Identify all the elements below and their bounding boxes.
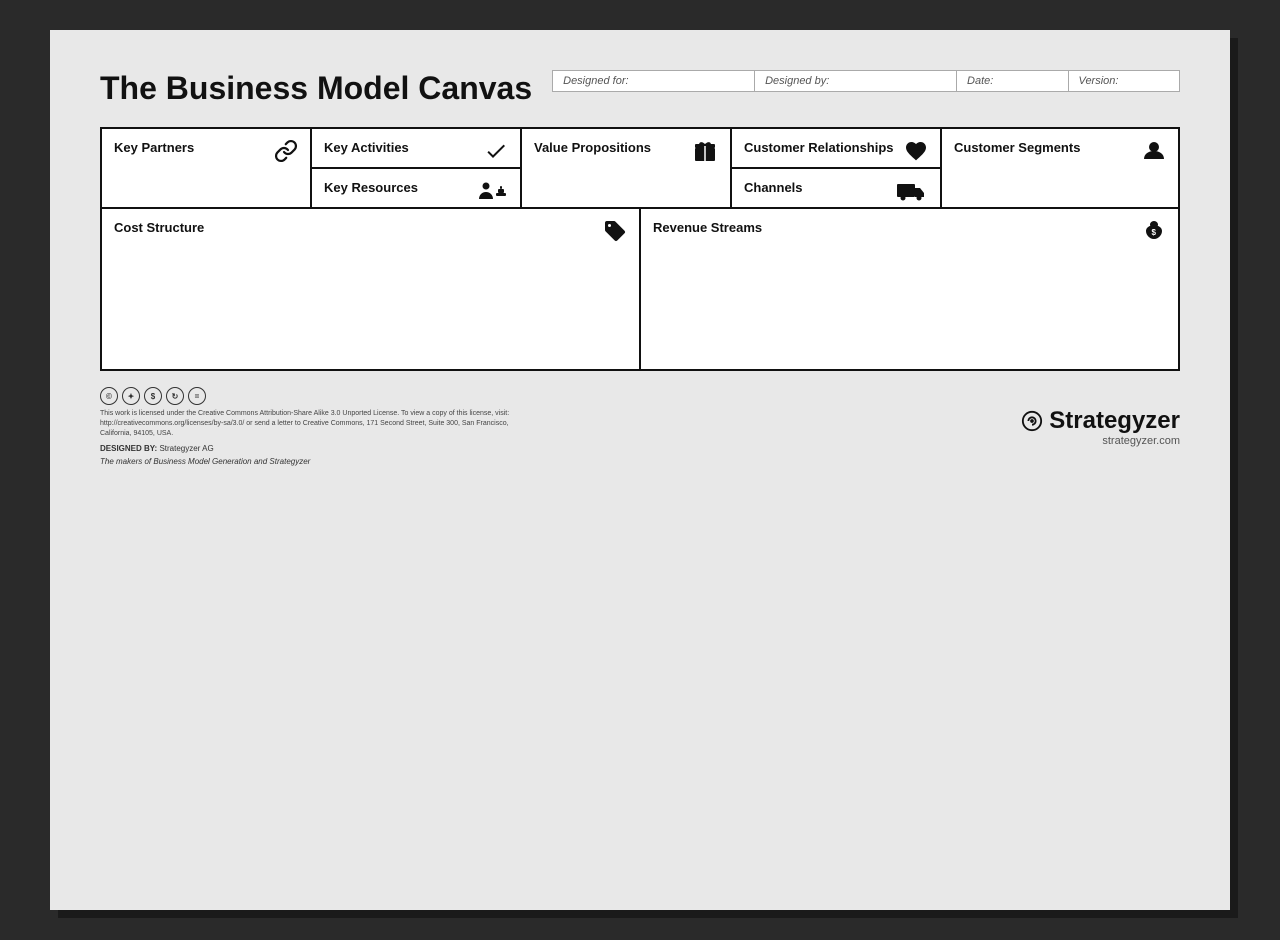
footer-left: © ✦ $ ↻ = This work is licensed under th… (100, 387, 520, 466)
customer-segments-icon (1142, 139, 1166, 169)
strategyzer-logo: Strategyzer (1021, 407, 1180, 435)
cell-key-resources[interactable]: Key Resources (312, 169, 520, 207)
designed-for-field[interactable]: Designed for: (553, 71, 755, 91)
canvas-bottom-row: Cost Structure Revenue Streams $ (102, 209, 1178, 369)
customer-relationships-icon (904, 139, 928, 169)
strategyzer-logo-icon (1021, 410, 1043, 432)
cell-key-activities[interactable]: Key Activities (312, 129, 520, 169)
footer-tagline: The makers of Business Model Generation … (100, 457, 520, 466)
revenue-streams-label: Revenue Streams (653, 220, 762, 235)
cc-sa-icon: ↻ (166, 387, 184, 405)
strategyzer-url: strategyzer.com (1021, 435, 1180, 447)
cc-by-icon: ✦ (122, 387, 140, 405)
page-wrapper: The Business Model Canvas Designed for: … (50, 30, 1230, 910)
cell-customer-relationships[interactable]: Customer Relationships (732, 129, 940, 169)
version-field[interactable]: Version: (1069, 71, 1179, 91)
cell-key-partners[interactable]: Key Partners (102, 129, 312, 207)
strategyzer-brand: Strategyzer (1049, 407, 1180, 435)
key-resources-icon (476, 179, 508, 209)
license-text: This work is licensed under the Creative… (100, 409, 520, 438)
cost-structure-icon (603, 219, 627, 249)
canvas-grid: Key Partners Key Activities (100, 127, 1180, 371)
cc-icons: © ✦ $ ↻ = (100, 387, 520, 405)
channels-label: Channels (744, 180, 803, 195)
cell-cost-structure[interactable]: Cost Structure (102, 209, 641, 369)
designed-by-footer: DESIGNED BY: Strategyzer AG (100, 444, 520, 453)
channels-icon (896, 179, 928, 209)
key-partners-icon (274, 139, 298, 169)
value-propositions-label: Value Propositions (534, 140, 651, 155)
activities-resources-column: Key Activities Key Resources (312, 129, 522, 207)
customer-relationships-label: Customer Relationships (744, 140, 894, 155)
cc-nc-icon: $ (144, 387, 162, 405)
designed-by-field[interactable]: Designed by: (755, 71, 957, 91)
key-resources-label: Key Resources (324, 180, 418, 195)
cost-structure-label: Cost Structure (114, 220, 204, 235)
cell-channels[interactable]: Channels (732, 169, 940, 207)
page-title: The Business Model Canvas (100, 70, 532, 107)
header-area: The Business Model Canvas Designed for: … (100, 70, 1180, 107)
value-propositions-icon (692, 139, 718, 169)
header-fields: Designed for: Designed by: Date: Version… (552, 70, 1180, 92)
footer-right: Strategyzer strategyzer.com (1021, 407, 1180, 447)
cc-nd-icon: = (188, 387, 206, 405)
cell-value-propositions[interactable]: Value Propositions (522, 129, 732, 207)
key-activities-icon (484, 139, 508, 169)
revenue-streams-icon: $ (1142, 219, 1166, 249)
customer-segments-label: Customer Segments (954, 140, 1080, 155)
svg-text:$: $ (1152, 228, 1157, 237)
cell-revenue-streams[interactable]: Revenue Streams $ (641, 209, 1178, 369)
cr-channels-column: Customer Relationships Channels (732, 129, 942, 207)
canvas-main-row: Key Partners Key Activities (102, 129, 1178, 209)
footer: © ✦ $ ↻ = This work is licensed under th… (100, 387, 1180, 466)
key-partners-label: Key Partners (114, 140, 194, 155)
key-activities-label: Key Activities (324, 140, 409, 155)
date-field[interactable]: Date: (957, 71, 1068, 91)
cell-customer-segments[interactable]: Customer Segments (942, 129, 1178, 207)
cc-icon: © (100, 387, 118, 405)
